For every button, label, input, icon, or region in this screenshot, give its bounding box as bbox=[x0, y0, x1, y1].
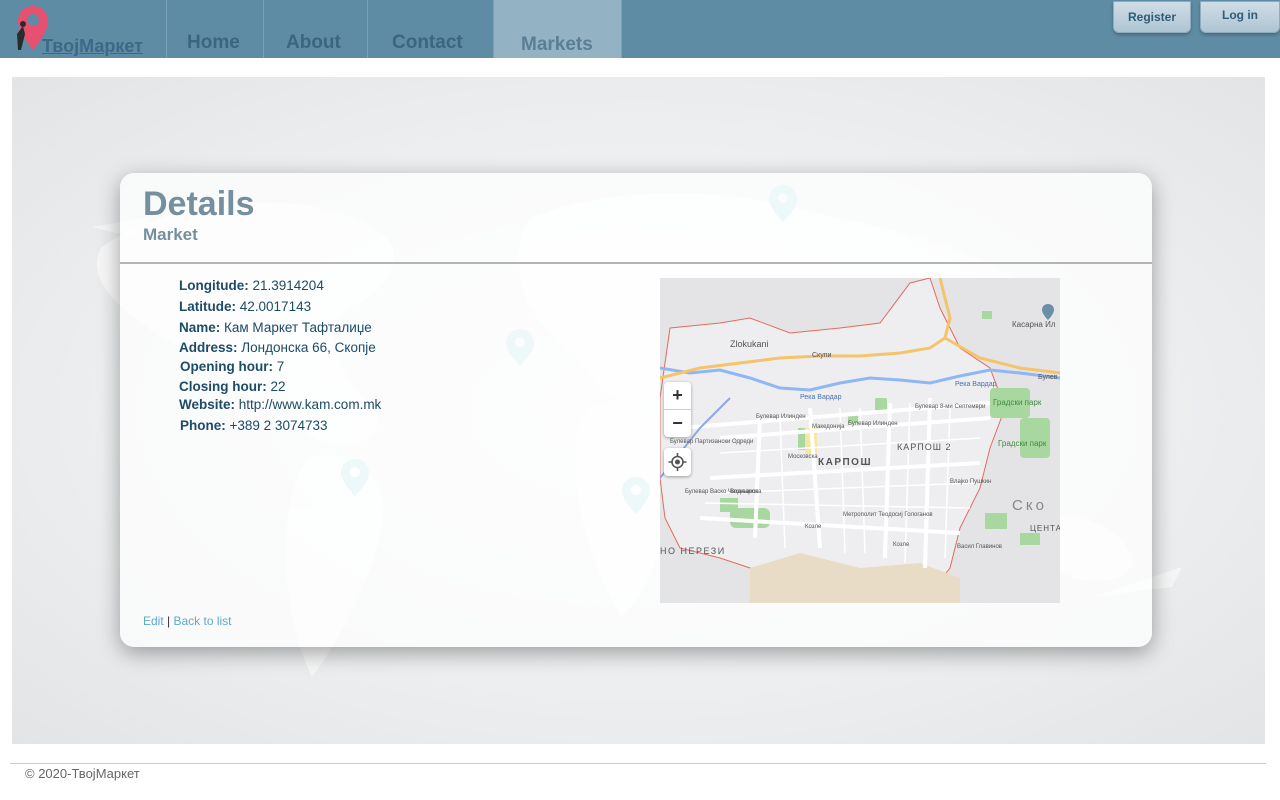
map-label-centar: ЦЕНТА bbox=[1030, 524, 1060, 533]
page-subtitle: Market bbox=[143, 225, 198, 244]
detail-label: Address: bbox=[179, 340, 238, 355]
map-label-kozle-2: Козле bbox=[893, 542, 910, 548]
map-label-karposh-2: КАРПОШ 2 bbox=[897, 442, 951, 452]
map-label-karposh: КАРПОШ bbox=[818, 457, 872, 468]
zoom-out-button[interactable]: − bbox=[664, 410, 691, 437]
map-label-vodnjanska: Водњанска bbox=[730, 489, 762, 495]
map-label-metropolit: Метрополит Теодосиј Гологанов bbox=[843, 512, 933, 518]
register-button[interactable]: Register bbox=[1113, 1, 1191, 33]
map-label-skupi: Скупи bbox=[812, 352, 831, 359]
market-location-map[interactable]: Zlokukani КАРПОШ КАРПОШ 2 НО НЕРЕЗИ Каса… bbox=[660, 278, 1060, 603]
locate-icon bbox=[668, 453, 687, 471]
back-to-list-link[interactable]: Back to list bbox=[174, 614, 232, 628]
map-label-gradski-park: Градски парк bbox=[993, 398, 1042, 407]
map-label-vlajko: Влајко Пушкин bbox=[950, 479, 991, 485]
detail-value: 22 bbox=[270, 379, 286, 394]
detail-value: 7 bbox=[276, 359, 285, 374]
map-label-kasarna: Касарна Ил bbox=[1012, 320, 1056, 329]
footer-divider bbox=[10, 763, 1266, 764]
edit-link[interactable]: Edit bbox=[143, 614, 164, 628]
nav-divider bbox=[263, 0, 264, 58]
login-button[interactable]: Log in bbox=[1200, 1, 1280, 33]
map-label-zlokukani: Zlokukani bbox=[730, 339, 769, 349]
map-label-vardar: Река Вардар bbox=[800, 394, 842, 401]
map-label-makedonija: Македонија bbox=[812, 424, 845, 430]
nav-contact-link[interactable]: Contact bbox=[392, 32, 463, 54]
map-label-nerezi: НО НЕРЕЗИ bbox=[660, 546, 726, 556]
detail-name: Name: Кам Маркет Тафталиџе bbox=[179, 320, 372, 335]
card-actions: Edit | Back to list bbox=[143, 614, 232, 628]
detail-latitude: Latitude: 42.0017143 bbox=[179, 299, 311, 314]
zoom-in-button[interactable]: + bbox=[664, 382, 691, 409]
detail-label: Longitude: bbox=[179, 278, 249, 293]
nav-about-link[interactable]: About bbox=[286, 32, 341, 54]
map-label-partizanski: Булевар Партизански Одреди bbox=[670, 439, 753, 445]
top-navbar: ТвојМаркет Home About Contact Markets Re… bbox=[0, 0, 1280, 58]
nav-divider bbox=[621, 0, 622, 58]
detail-value: http://www.kam.com.mk bbox=[238, 397, 382, 412]
map-label-gradski-park-2: Градски парк bbox=[998, 439, 1047, 448]
footer-copyright: © 2020-ТвојМаркет bbox=[25, 766, 140, 781]
action-separator: | bbox=[167, 614, 171, 628]
detail-label: Latitude: bbox=[179, 299, 236, 314]
detail-label: Closing hour: bbox=[179, 379, 267, 394]
detail-value: Кам Маркет Тафталиџе bbox=[224, 320, 372, 335]
title-divider bbox=[120, 262, 1152, 264]
detail-value: Лондонска 66, Скопје bbox=[241, 340, 376, 355]
detail-label: Phone: bbox=[180, 418, 226, 433]
detail-value: +389 2 3074733 bbox=[229, 418, 328, 433]
map-label-moskovska: Московска bbox=[788, 454, 818, 460]
map-label-vasil: Васил Главинов bbox=[957, 544, 1002, 550]
map-zoom-control: + − bbox=[664, 382, 691, 437]
map-label-bulevar-s: Булевар 8-ми Септември bbox=[915, 404, 985, 410]
nav-markets-label[interactable]: Markets bbox=[521, 34, 593, 56]
nav-divider bbox=[166, 0, 167, 58]
detail-closing-hour: Closing hour: 22 bbox=[179, 379, 286, 394]
map-label-ilinden: Булевар Илинден bbox=[756, 414, 806, 420]
detail-website: Website: http://www.kam.com.mk bbox=[179, 397, 381, 412]
detail-label: Name: bbox=[179, 320, 221, 335]
detail-label: Website: bbox=[179, 397, 236, 412]
nav-home-link[interactable]: Home bbox=[187, 32, 240, 54]
detail-address: Address: Лондонска 66, Скопје bbox=[179, 340, 376, 355]
market-details-card: Details Market Longitude: 21.3914204 Lat… bbox=[120, 173, 1152, 647]
brand-name[interactable]: ТвојМаркет bbox=[42, 36, 143, 57]
detail-value: 42.0017143 bbox=[239, 299, 312, 314]
page-title: Details bbox=[143, 185, 255, 223]
map-label-skopje: Ско bbox=[1012, 497, 1047, 514]
map-tiles[interactable]: Zlokukani КАРПОШ КАРПОШ 2 НО НЕРЕЗИ Каса… bbox=[660, 278, 1060, 603]
detail-opening-hour: Opening hour: 7 bbox=[180, 359, 284, 374]
map-label-kozle: Козле bbox=[805, 524, 822, 530]
detail-label: Opening hour: bbox=[180, 359, 273, 374]
detail-phone: Phone: +389 2 3074733 bbox=[180, 418, 328, 433]
map-label-bulevar: Булев bbox=[1038, 374, 1058, 381]
map-label-vardar-2: Река Вардар bbox=[955, 381, 997, 388]
detail-longitude: Longitude: 21.3914204 bbox=[179, 278, 324, 293]
map-label-ilinden-2: Булевар Илинден bbox=[848, 421, 898, 427]
detail-value: 21.3914204 bbox=[252, 278, 324, 293]
locate-me-button[interactable] bbox=[664, 448, 691, 476]
nav-markets-tab[interactable]: Markets bbox=[494, 0, 621, 58]
nav-divider bbox=[367, 0, 368, 58]
brand-logo[interactable]: ТвојМаркет bbox=[14, 4, 164, 56]
